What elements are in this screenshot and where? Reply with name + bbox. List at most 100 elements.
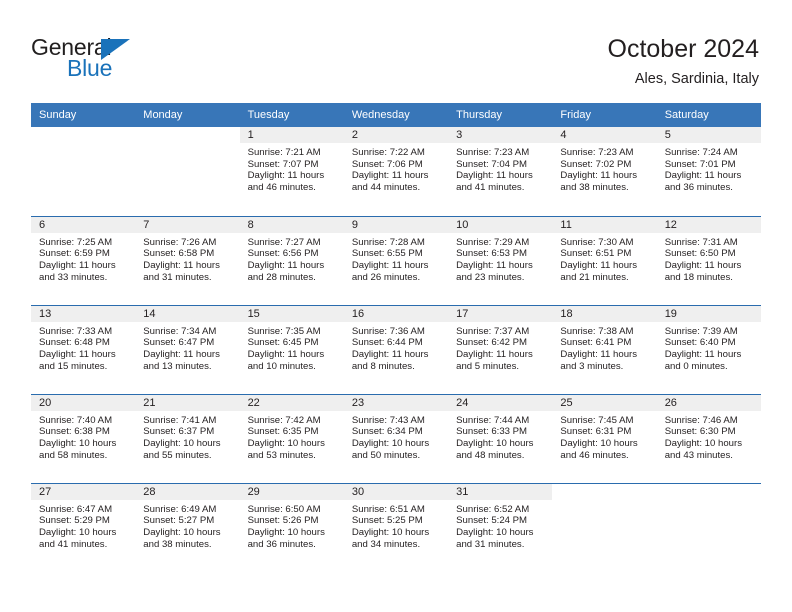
calendar-day-cell[interactable]: 13 Sunrise: 7:33 AM Sunset: 6:48 PM Dayligh… [31,304,136,394]
day-details: Sunrise: 7:46 AM Sunset: 6:30 PM Daylight:… [657,411,761,462]
calendar-day-cell[interactable]: 12 Sunrise: 7:31 AM Sunset: 6:50 PM Dayligh… [656,215,761,305]
day-number: 20 [31,394,136,411]
daylight-text-line2: and 26 minutes. [351,271,421,283]
sunset-text: Sunset: 6:56 PM [247,248,319,260]
sunset-text: Sunset: 6:41 PM [560,337,632,349]
sunrise-text: Sunrise: 7:24 AM [664,147,738,158]
calendar-day-cell[interactable]: 23 Sunrise: 7:43 AM Sunset: 6:34 PM Dayligh… [343,393,449,483]
day-details: Sunrise: 6:52 AM Sunset: 5:24 PM Daylight:… [448,500,552,551]
calendar-day-cell[interactable]: 26 Sunrise: 7:46 AM Sunset: 6:30 PM Dayligh… [656,393,761,483]
weekday-header-monday: Monday [135,103,240,127]
day-details: Sunrise: 7:29 AM Sunset: 6:53 PM Daylight:… [448,233,552,284]
calendar-day-cell[interactable]: 3 Sunrise: 7:23 AM Sunset: 7:04 PM Daylight… [448,127,553,216]
calendar-day-cell[interactable]: 31 Sunrise: 6:52 AM Sunset: 5:24 PM Dayligh… [448,482,553,572]
day-number: 26 [656,394,761,411]
calendar-day-cell[interactable]: 27 Sunrise: 6:47 AM Sunset: 5:29 PM Dayligh… [31,482,136,572]
day-number: 7 [135,216,240,233]
generalblue-logo[interactable]: General Blue [31,34,211,82]
daylight-text-line1: Daylight: 10 hours [143,437,221,449]
sunrise-text: Sunrise: 7:27 AM [247,236,321,248]
calendar-day-cell[interactable]: 16 Sunrise: 7:36 AM Sunset: 6:44 PM Dayligh… [343,304,449,394]
day-number: 27 [31,483,136,500]
daylight-text-line2: and 31 minutes. [456,538,525,550]
day-details: Sunrise: 7:36 AM Sunset: 6:44 PM Daylight:… [344,322,448,373]
sunset-text: Sunset: 5:29 PM [39,515,110,527]
day-number: 21 [135,394,240,411]
day-number: 19 [656,305,761,322]
calendar-day-cell[interactable]: 8 Sunrise: 7:27 AM Sunset: 6:56 PM Daylight… [239,215,344,305]
calendar-page: General Blue October 2024 Ales, Sardinia… [0,0,792,612]
day-details: Sunrise: 7:22 AM Sunset: 7:06 PM Daylight:… [344,143,448,194]
sunset-text: Sunset: 5:25 PM [351,515,423,527]
calendar-day-cell[interactable]: 30 Sunrise: 6:51 AM Sunset: 5:25 PM Dayligh… [343,482,449,572]
sunrise-text: Sunrise: 7:39 AM [664,325,738,337]
calendar-day-cell[interactable]: 17 Sunrise: 7:37 AM Sunset: 6:42 PM Dayligh… [448,304,553,394]
daylight-text-line2: and 46 minutes. [247,182,316,194]
calendar-day-cell[interactable]: 19 Sunrise: 7:39 AM Sunset: 6:40 PM Dayligh… [656,304,761,394]
calendar-day-cell[interactable]: 11 Sunrise: 7:30 AM Sunset: 6:51 PM Dayligh… [552,215,657,305]
calendar-day-cell[interactable]: 10 Sunrise: 7:29 AM Sunset: 6:53 PM Dayligh… [448,215,553,305]
daylight-text-line2: and 33 minutes. [39,271,108,283]
daylight-text-line2: and 38 minutes. [560,182,629,194]
sunrise-text: Sunrise: 7:21 AM [247,147,321,158]
day-number: 15 [239,305,344,322]
calendar-day-cell[interactable]: 29 Sunrise: 6:50 AM Sunset: 5:26 PM Dayligh… [239,482,344,572]
calendar-day-cell[interactable]: 1 Sunrise: 7:21 AM Sunset: 7:07 PM Daylight… [239,127,344,216]
calendar-day-cell[interactable]: 4 Sunrise: 7:23 AM Sunset: 7:02 PM Daylight… [552,127,657,216]
sunrise-text: Sunrise: 7:23 AM [560,147,634,158]
daylight-text-line2: and 8 minutes. [351,360,415,372]
calendar-day-cell[interactable]: 22 Sunrise: 7:42 AM Sunset: 6:35 PM Dayligh… [239,393,344,483]
sunrise-text: Sunrise: 7:23 AM [456,147,530,158]
calendar-day-cell[interactable]: 9 Sunrise: 7:28 AM Sunset: 6:55 PM Daylight… [343,215,449,305]
sunset-text: Sunset: 5:26 PM [247,515,319,527]
day-number: 30 [343,483,449,500]
sunset-text: Sunset: 6:42 PM [456,337,528,349]
calendar-day-cell[interactable]: 18 Sunrise: 7:38 AM Sunset: 6:41 PM Dayligh… [552,304,657,394]
day-details: Sunrise: 7:41 AM Sunset: 6:37 PM Daylight:… [135,411,239,462]
sunset-text: Sunset: 6:34 PM [351,426,423,438]
daylight-text-line1: Daylight: 10 hours [351,526,430,538]
day-details: Sunrise: 6:47 AM Sunset: 5:29 PM Daylight:… [31,500,135,551]
calendar-day-cell[interactable]: 21 Sunrise: 7:41 AM Sunset: 6:37 PM Dayligh… [135,393,240,483]
day-details: Sunrise: 7:34 AM Sunset: 6:47 PM Daylight:… [135,322,239,373]
weekday-header-row: Sunday Monday Tuesday Wednesday Thursday… [31,103,761,127]
calendar-day-cell[interactable]: 15 Sunrise: 7:35 AM Sunset: 6:45 PM Dayligh… [239,304,344,394]
calendar-day-cell[interactable]: 6 Sunrise: 7:25 AM Sunset: 6:59 PM Daylight… [31,215,136,305]
calendar-day-cell[interactable]: 25 Sunrise: 7:45 AM Sunset: 6:31 PM Dayligh… [552,393,657,483]
calendar-week-row: 27 Sunrise: 6:47 AM Sunset: 5:29 PM Dayligh… [31,482,761,572]
weekday-header-friday: Friday [552,103,657,127]
day-number: 8 [239,216,344,233]
day-details: Sunrise: 7:25 AM Sunset: 6:59 PM Daylight:… [31,233,135,284]
sunrise-text: Sunrise: 7:26 AM [143,236,217,248]
daylight-text-line1: Daylight: 11 hours [247,259,325,271]
calendar-day-cell[interactable]: 28 Sunrise: 6:49 AM Sunset: 5:27 PM Dayligh… [135,482,240,572]
calendar-day-cell[interactable]: 2 Sunrise: 7:22 AM Sunset: 7:06 PM Daylight… [343,127,449,216]
sunrise-text: Sunrise: 6:49 AM [143,503,217,515]
calendar-day-cell[interactable]: 14 Sunrise: 7:34 AM Sunset: 6:47 PM Dayligh… [135,304,240,394]
day-number: 12 [656,216,761,233]
daylight-text-line1: Daylight: 11 hours [351,170,429,182]
day-number: 25 [552,394,657,411]
sunrise-text: Sunrise: 7:44 AM [456,414,530,426]
daylight-text-line1: Daylight: 11 hours [39,259,116,271]
calendar-day-cell[interactable]: 24 Sunrise: 7:44 AM Sunset: 6:33 PM Dayligh… [448,393,553,483]
page-title: October 2024 [607,35,760,63]
day-number [31,127,136,143]
day-number: 22 [239,394,344,411]
daylight-text-line2: and 53 minutes. [247,449,316,461]
calendar-day-cell[interactable]: 7 Sunrise: 7:26 AM Sunset: 6:58 PM Daylight… [135,215,240,305]
daylight-text-line1: Daylight: 11 hours [456,259,533,271]
day-details: Sunrise: 7:28 AM Sunset: 6:55 PM Daylight:… [344,233,448,284]
daylight-text-line2: and 3 minutes. [560,360,624,372]
sunset-text: Sunset: 6:40 PM [664,337,736,349]
daylight-text-line2: and 15 minutes. [39,360,108,372]
weekday-header-saturday: Saturday [656,103,761,127]
daylight-text-line1: Daylight: 11 hours [143,348,220,360]
calendar-day-cell[interactable]: 20 Sunrise: 7:40 AM Sunset: 6:38 PM Dayligh… [31,393,136,483]
sunrise-text: Sunrise: 7:34 AM [143,325,217,337]
day-number: 11 [552,216,657,233]
sunrise-text: Sunrise: 7:38 AM [560,325,634,337]
calendar-day-cell[interactable]: 5 Sunrise: 7:24 AM Sunset: 7:01 PM Daylight… [656,127,761,216]
day-details: Sunrise: 7:26 AM Sunset: 6:58 PM Daylight:… [135,233,239,284]
logo-text-blue: Blue [67,55,113,81]
